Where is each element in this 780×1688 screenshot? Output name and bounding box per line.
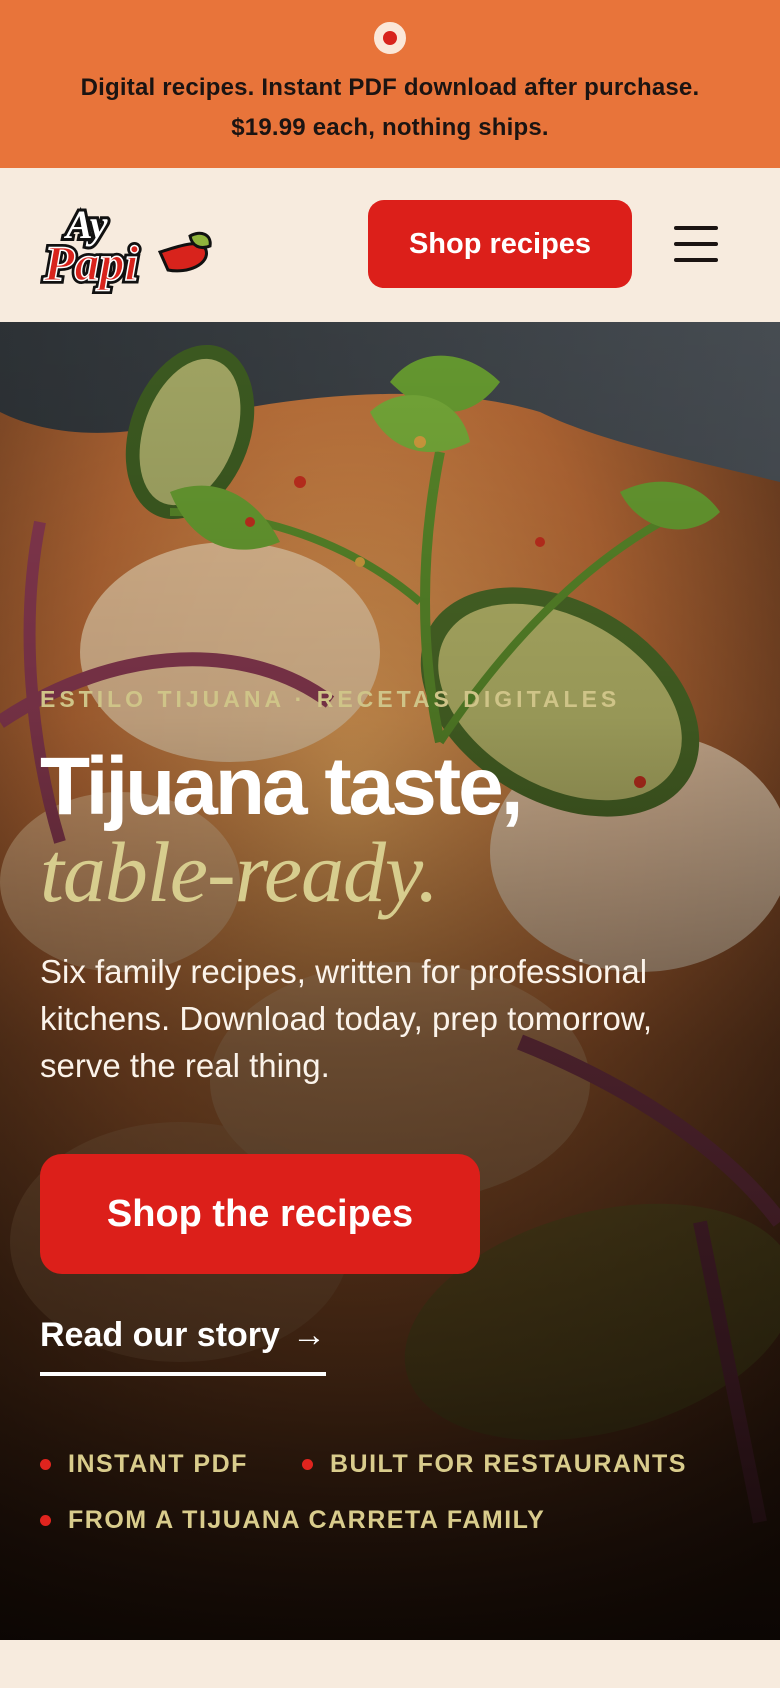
feature-tijuana-carreta: FROM A TIJUANA CARRETA FAMILY [40,1506,545,1535]
record-dot-icon [374,22,406,54]
hero-headline-italic: table-ready. [40,824,439,920]
announcement-text: Digital recipes. Instant PDF download af… [30,68,750,148]
bullet-dot-icon [40,1459,51,1470]
bullet-dot-icon [302,1459,313,1470]
bullet-dot-icon [40,1515,51,1526]
announcement-bar: Digital recipes. Instant PDF download af… [0,0,780,168]
feature-built-for-restaurants: BUILT FOR RESTAURANTS [302,1450,687,1479]
feature-label: INSTANT PDF [68,1450,248,1478]
shop-recipes-button[interactable]: Shop recipes [368,200,632,288]
next-section-edge [0,1640,780,1688]
announcement-line-2: $19.99 each, nothing ships. [231,114,549,141]
hero-section: ESTILO TIJUANA · RECETAS DIGITALES Tijua… [0,322,780,1640]
logo-papi-outline: Papi [43,235,139,291]
hero-headline: Tijuana taste, [40,741,524,832]
hero-eyebrow: ESTILO TIJUANA · RECETAS DIGITALES [40,686,621,712]
feature-instant-pdf: INSTANT PDF [40,1450,248,1479]
read-our-story-link[interactable]: Read our story → [40,1316,326,1376]
hamburger-menu-icon[interactable] [672,226,718,262]
site-header: Ay Papi Papi Shop recipes [0,168,780,322]
chili-pepper-icon [157,231,212,273]
arrow-right-icon: → [291,1316,326,1354]
shop-the-recipes-button[interactable]: Shop the recipes [40,1154,480,1274]
story-link-label: Read our story [40,1316,280,1354]
feature-label: BUILT FOR RESTAURANTS [330,1450,687,1478]
hero-description: Six family recipes, written for professi… [40,953,653,1084]
feature-label: FROM A TIJUANA CARRETA FAMILY [68,1506,546,1534]
ay-papi-logo[interactable]: Ay Papi Papi [40,190,216,300]
announcement-line-1: Digital recipes. Instant PDF download af… [80,74,700,101]
